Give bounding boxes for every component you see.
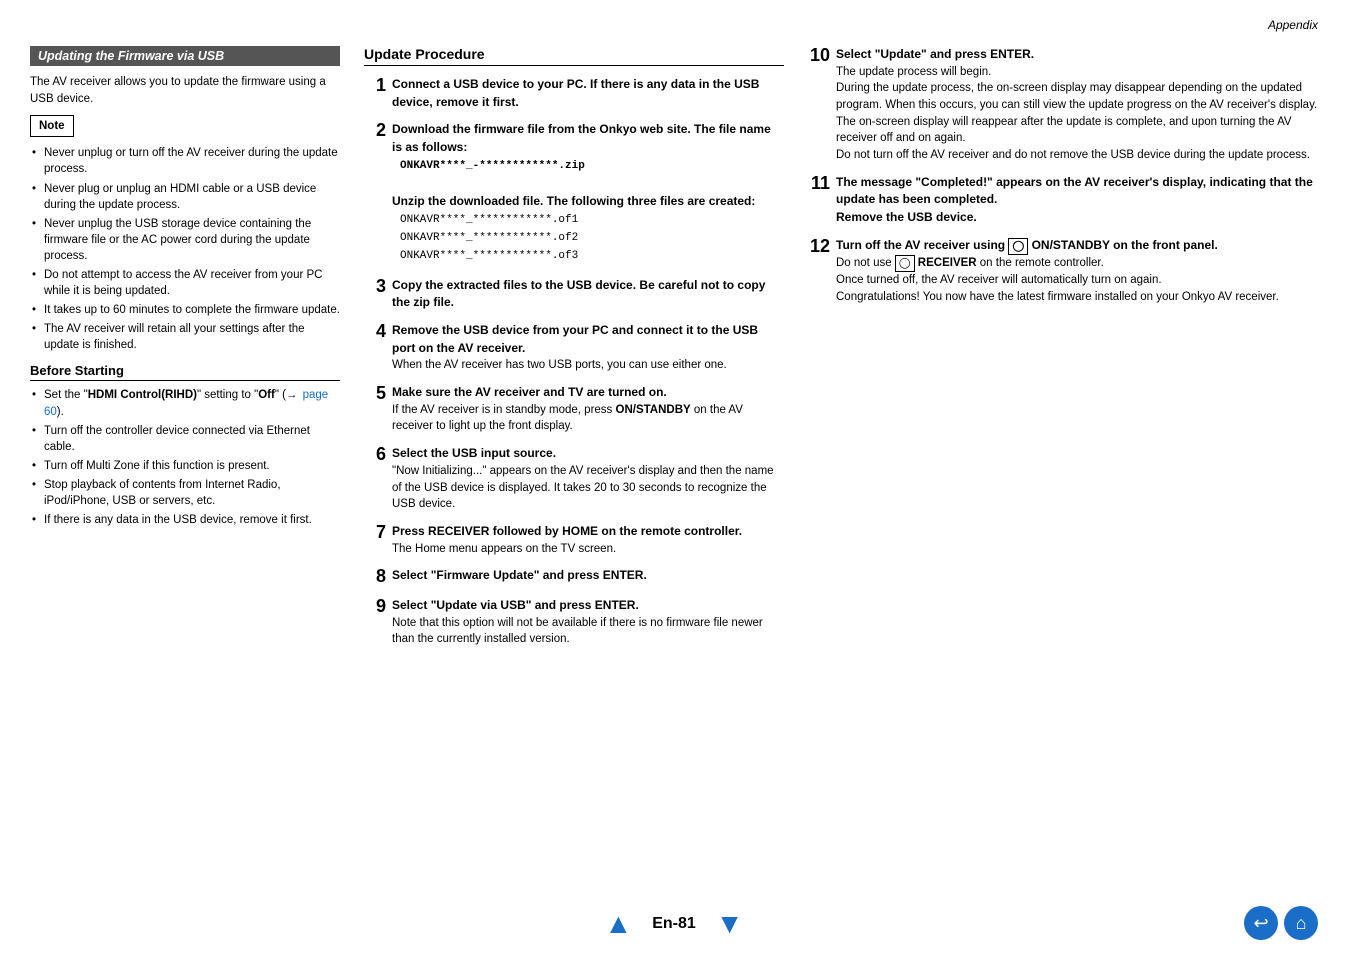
page-header: Appendix (30, 18, 1318, 36)
list-item: If there is any data in the USB device, … (30, 512, 340, 528)
section-title: Updating the Firmware via USB (30, 46, 340, 66)
step-content: Download the firmware file from the Onky… (392, 121, 784, 266)
home-button[interactable]: ⌂ (1284, 906, 1318, 940)
page: Appendix Updating the Firmware via USB T… (0, 0, 1348, 954)
step-11: 11 The message "Completed!" appears on t… (808, 174, 1318, 227)
list-item: Set the "HDMI Control(RIHD)" setting to … (30, 387, 340, 419)
step-number: 1 (364, 76, 386, 96)
step-6: 6 Select the USB input source. "Now Init… (364, 445, 784, 513)
step-number: 6 (364, 445, 386, 465)
step-number: 5 (364, 384, 386, 404)
back-icon: ↩ (1253, 913, 1268, 934)
back-button[interactable]: ↩ (1244, 906, 1278, 940)
step-number: 12 (808, 237, 830, 257)
step-number: 10 (808, 46, 830, 66)
step-number: 9 (364, 597, 386, 617)
step-7: 7 Press RECEIVER followed by HOME on the… (364, 523, 784, 557)
prev-page-icon[interactable]: ▲ (604, 908, 632, 940)
step-content: Connect a USB device to your PC. If ther… (392, 76, 784, 111)
step-content: Select "Firmware Update" and press ENTER… (392, 567, 784, 585)
page-number: En-81 (652, 915, 696, 933)
before-list: Set the "HDMI Control(RIHD)" setting to … (30, 387, 340, 528)
step-number: 8 (364, 567, 386, 587)
step-1: 1 Connect a USB device to your PC. If th… (364, 76, 784, 111)
list-item: Stop playback of contents from Internet … (30, 477, 340, 509)
step-number: 11 (808, 174, 830, 194)
home-icon: ⌂ (1296, 913, 1307, 934)
before-starting-title: Before Starting (30, 363, 340, 381)
step-12: 12 Turn off the AV receiver using ◯ ON/S… (808, 237, 1318, 306)
step-content: The message "Completed!" appears on the … (836, 174, 1318, 227)
note-list: Never unplug or turn off the AV receiver… (30, 145, 340, 353)
step-content: Press RECEIVER followed by HOME on the r… (392, 523, 784, 557)
note-label: Note (30, 115, 74, 137)
step-content: Remove the USB device from your PC and c… (392, 322, 784, 374)
step-content: Select the USB input source. "Now Initia… (392, 445, 784, 513)
step-number: 7 (364, 523, 386, 543)
list-item: Never unplug or turn off the AV receiver… (30, 145, 340, 177)
step-content: Select "Update" and press ENTER. The upd… (836, 46, 1318, 164)
footer-nav-icons: ↩ ⌂ (1244, 906, 1318, 940)
note-section: Note Never unplug or turn off the AV rec… (30, 115, 340, 353)
step-number: 2 (364, 121, 386, 141)
mid-column: Update Procedure 1 Connect a USB device … (364, 46, 784, 658)
list-item: Turn off the controller device connected… (30, 423, 340, 455)
step-number: 3 (364, 277, 386, 297)
step-9: 9 Select "Update via USB" and press ENTE… (364, 597, 784, 648)
left-column: Updating the Firmware via USB The AV rec… (30, 46, 340, 536)
step-10: 10 Select "Update" and press ENTER. The … (808, 46, 1318, 164)
list-item: Never unplug the USB storage device cont… (30, 216, 340, 264)
step-content: Make sure the AV receiver and TV are tur… (392, 384, 784, 435)
step-content: Select "Update via USB" and press ENTER.… (392, 597, 784, 648)
intro-text: The AV receiver allows you to update the… (30, 74, 340, 107)
step-content: Copy the extracted files to the USB devi… (392, 277, 784, 312)
list-item: The AV receiver will retain all your set… (30, 321, 340, 353)
step-2: 2 Download the firmware file from the On… (364, 121, 784, 266)
next-page-icon[interactable]: ▼ (716, 908, 744, 940)
right-column: 10 Select "Update" and press ENTER. The … (808, 46, 1318, 316)
update-procedure-title: Update Procedure (364, 46, 784, 66)
list-item: Turn off Multi Zone if this function is … (30, 458, 340, 474)
step-4: 4 Remove the USB device from your PC and… (364, 322, 784, 374)
appendix-label: Appendix (1268, 18, 1318, 32)
list-item: Never plug or unplug an HDMI cable or a … (30, 181, 340, 213)
step-5: 5 Make sure the AV receiver and TV are t… (364, 384, 784, 435)
step-number: 4 (364, 322, 386, 342)
list-item: It takes up to 60 minutes to complete th… (30, 302, 340, 318)
main-content: Updating the Firmware via USB The AV rec… (30, 46, 1318, 658)
step-8: 8 Select "Firmware Update" and press ENT… (364, 567, 784, 587)
list-item: Do not attempt to access the AV receiver… (30, 267, 340, 299)
footer: ▲ En-81 ▼ (0, 908, 1348, 940)
step-content: Turn off the AV receiver using ◯ ON/STAN… (836, 237, 1318, 306)
step-3: 3 Copy the extracted files to the USB de… (364, 277, 784, 312)
